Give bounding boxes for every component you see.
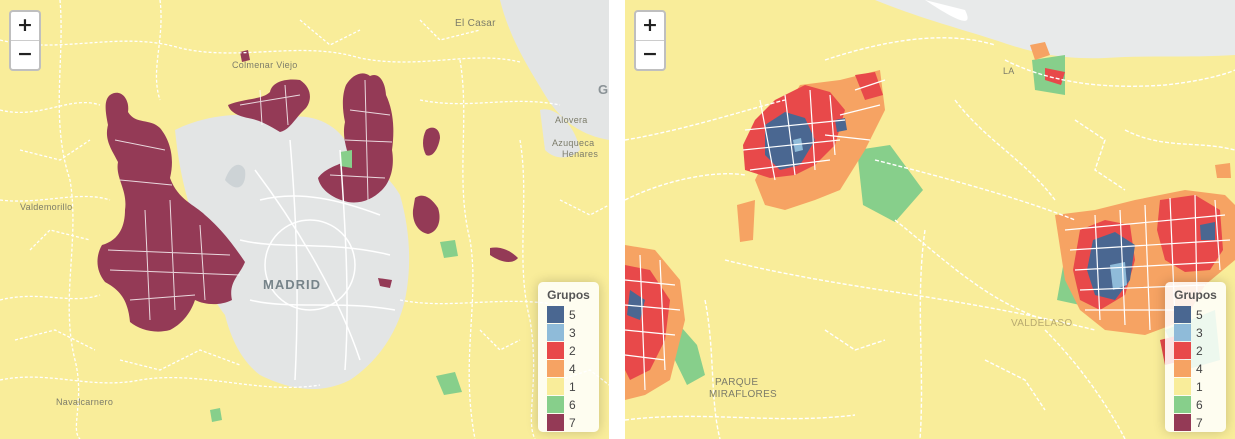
left-choropleth-map[interactable] (0, 0, 609, 439)
right-map-panel[interactable]: + − PARQUE MIRAFLORES VALDELASO LA Grupo… (625, 0, 1235, 439)
legend-swatch-3 (1174, 324, 1191, 341)
legend-label-6: 6 (569, 398, 576, 412)
left-zoom-control: + − (9, 10, 41, 71)
legend-item-1: 1 (538, 378, 599, 396)
legend-swatch-1 (547, 378, 564, 395)
place-label-valdelaso: VALDELASO (1011, 318, 1073, 329)
place-label-colmenar: Colmenar Viejo (232, 60, 298, 70)
place-label-miraflores: MIRAFLORES (709, 389, 778, 400)
legend-swatch-3 (547, 324, 564, 341)
legend-label-3: 3 (1196, 326, 1203, 340)
legend-item-6: 6 (538, 396, 599, 414)
legend-item-2: 2 (1165, 342, 1226, 360)
right-legend: Grupos 5 3 2 4 1 6 7 (1165, 282, 1226, 432)
legend-label-4: 4 (1196, 362, 1203, 376)
group-5-small-a[interactable] (1200, 222, 1215, 240)
group-4-cluster-b[interactable] (737, 200, 755, 242)
legend-item-7: 7 (538, 414, 599, 432)
left-map-panel[interactable]: + − MADRID El Casar Alovera Azuqueca Hen… (0, 0, 609, 439)
legend-swatch-7 (1174, 414, 1191, 431)
legend-label-1: 1 (569, 380, 576, 394)
legend-swatch-7 (547, 414, 564, 431)
legend-item-3: 3 (538, 324, 599, 342)
legend-item-4: 4 (1165, 360, 1226, 378)
group-4-small-b[interactable] (1215, 163, 1231, 178)
place-label-g-edge: G (598, 82, 609, 97)
legend-label-1: 1 (1196, 380, 1203, 394)
place-label-alovera: Alovera (555, 115, 588, 125)
legend-swatch-5 (1174, 306, 1191, 323)
legend-swatch-5 (547, 306, 564, 323)
place-label-la: LA (1003, 66, 1015, 76)
legend-label-7: 7 (569, 416, 576, 430)
legend-swatch-4 (547, 360, 564, 377)
legend-label-2: 2 (569, 344, 576, 358)
group-6-patch-4[interactable] (210, 408, 222, 422)
zoom-in-button[interactable]: + (11, 12, 39, 41)
city-label-madrid: MADRID (263, 277, 321, 292)
place-label-azuqueca: Azuqueca (552, 138, 595, 148)
legend-item-6: 6 (1165, 396, 1226, 414)
legend-item-4: 4 (538, 360, 599, 378)
legend-label-3: 3 (569, 326, 576, 340)
zoom-out-button[interactable]: − (636, 41, 664, 69)
zoom-in-button[interactable]: + (636, 12, 664, 41)
legend-label-5: 5 (569, 308, 576, 322)
legend-swatch-6 (1174, 396, 1191, 413)
legend-item-5: 5 (538, 306, 599, 324)
legend-label-7: 7 (1196, 416, 1203, 430)
legend-title: Grupos (1174, 288, 1217, 302)
place-label-navalcarnero: Navalcarnero (56, 397, 114, 407)
legend-swatch-2 (1174, 342, 1191, 359)
right-choropleth-map[interactable] (625, 0, 1235, 439)
right-zoom-control: + − (634, 10, 666, 71)
legend-label-2: 2 (1196, 344, 1203, 358)
place-label-el-casar: El Casar (455, 18, 496, 29)
place-label-parque: PARQUE (715, 377, 759, 388)
group-3-patch-a[interactable] (1110, 262, 1127, 290)
legend-swatch-4 (1174, 360, 1191, 377)
legend-item-5: 5 (1165, 306, 1226, 324)
legend-swatch-1 (1174, 378, 1191, 395)
place-label-valdemorillo: Valdemorillo (20, 202, 73, 212)
legend-label-6: 6 (1196, 398, 1203, 412)
place-label-henares: Henares (562, 149, 599, 159)
legend-label-5: 5 (1196, 308, 1203, 322)
legend-label-4: 4 (569, 362, 576, 376)
legend-title: Grupos (547, 288, 590, 302)
legend-item-1: 1 (1165, 378, 1226, 396)
legend-swatch-2 (547, 342, 564, 359)
legend-item-2: 2 (538, 342, 599, 360)
left-legend: Grupos 5 3 2 4 1 6 7 (538, 282, 599, 432)
legend-item-7: 7 (1165, 414, 1226, 432)
zoom-out-button[interactable]: − (11, 41, 39, 69)
legend-item-3: 3 (1165, 324, 1226, 342)
legend-swatch-6 (547, 396, 564, 413)
